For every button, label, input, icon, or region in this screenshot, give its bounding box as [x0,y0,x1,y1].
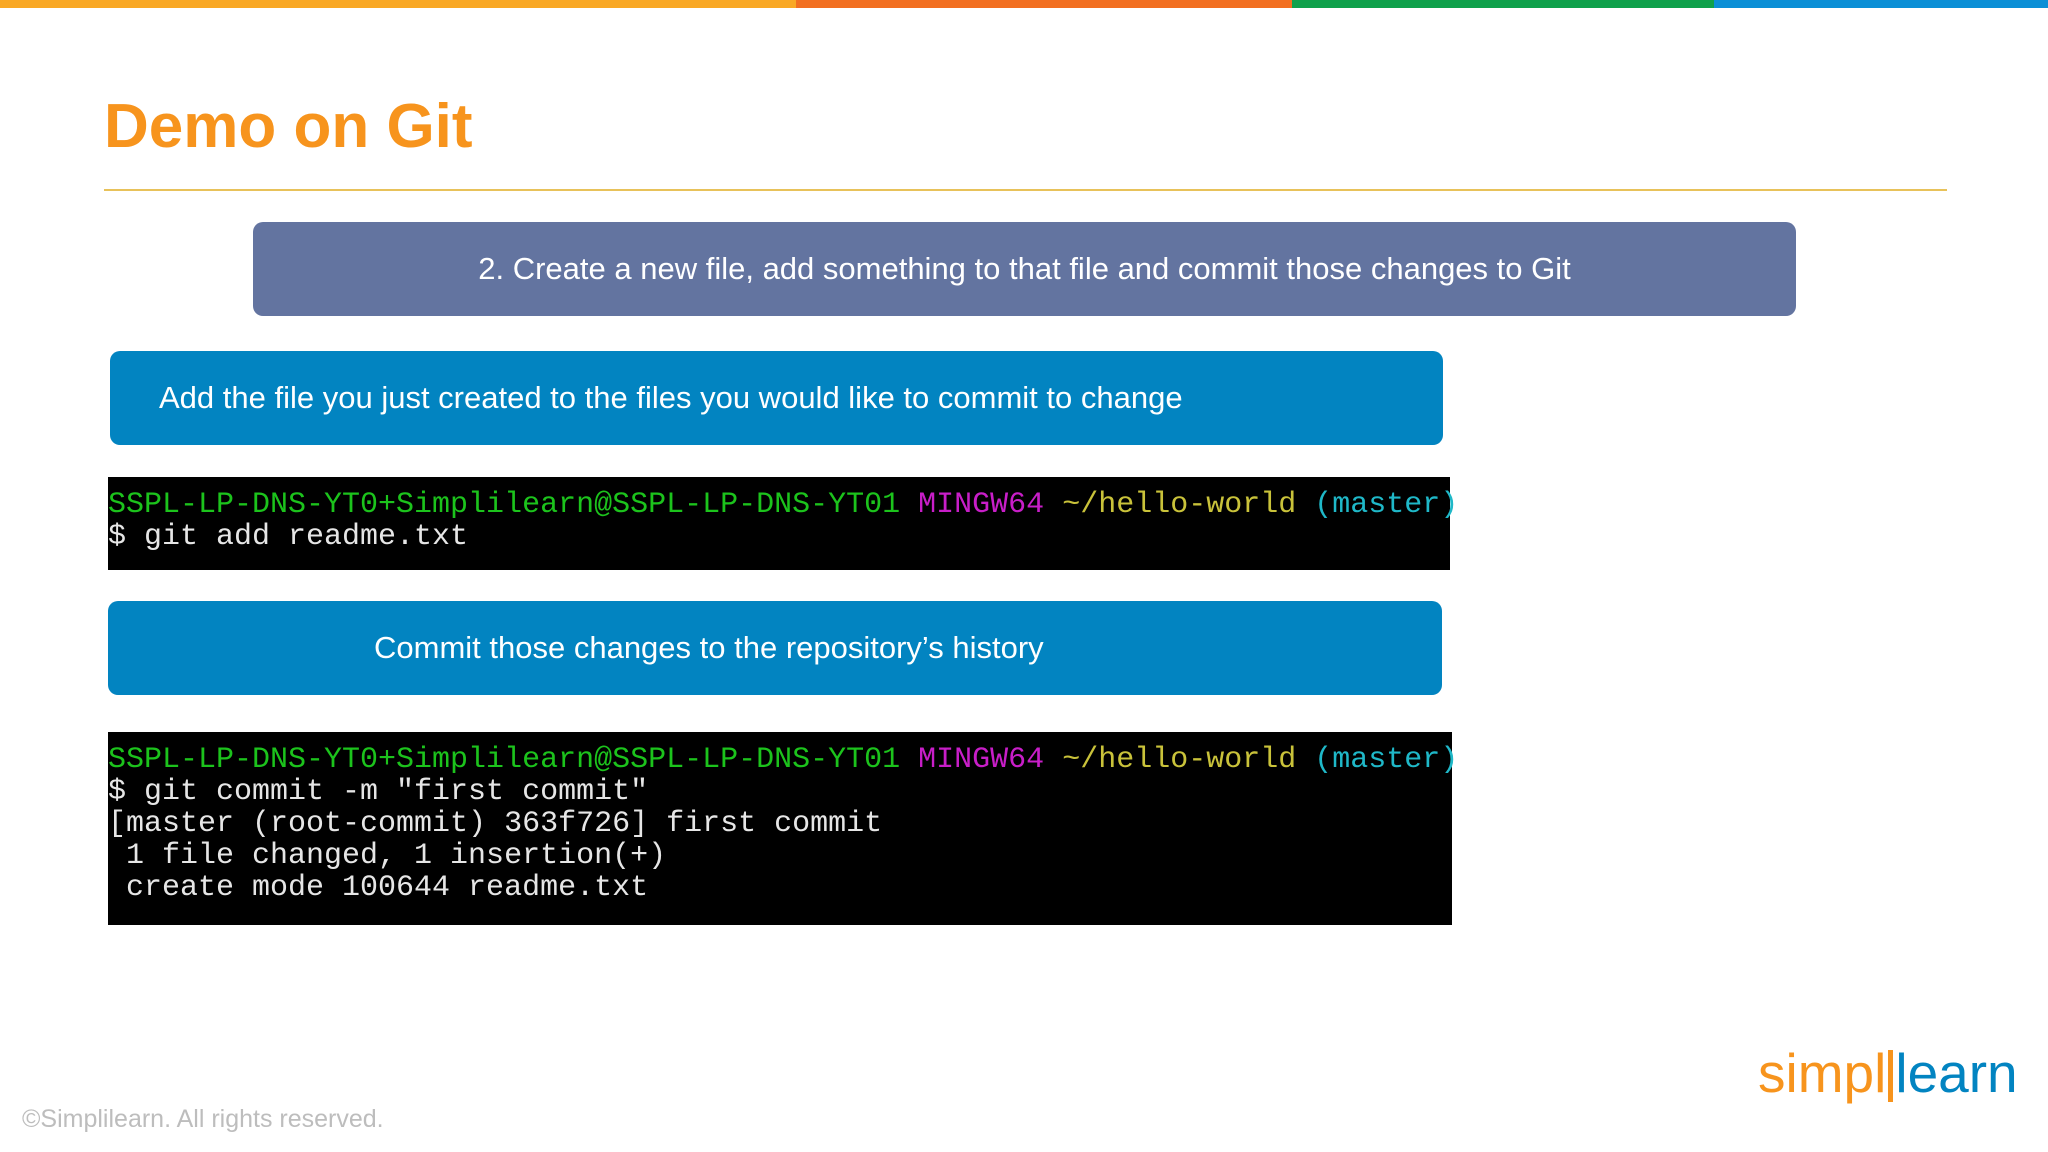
prompt-user: SSPL-LP-DNS-YT0+Simplilearn@SSPL-LP-DNS-… [108,743,901,777]
top-bar-segment-orange [796,0,1292,8]
logo-text-learn: learn [1895,1042,2018,1104]
slide-title: Demo on Git [104,92,473,161]
terminal-prompt-line: SSPL-LP-DNS-YT0+Simplilearn@SSPL-LP-DNS-… [108,488,1458,522]
prompt-path: ~/hello-world [1062,488,1297,522]
prompt-branch: (master) [1314,743,1459,777]
simplilearn-logo: simpl learn [1758,1038,2018,1108]
terminal-prompt-line: SSPL-LP-DNS-YT0+Simplilearn@SSPL-LP-DNS-… [108,743,1458,777]
terminal-git-add: SSPL-LP-DNS-YT0+Simplilearn@SSPL-LP-DNS-… [108,477,1458,570]
logo-i-bar [1888,1050,1894,1102]
top-color-bar [0,0,2048,8]
title-divider [104,189,1947,191]
terminal-output-line: create mode 100644 readme.txt [108,871,649,905]
prompt-system: MINGW64 [918,743,1045,777]
commit-instruction-text: Commit those changes to the repository’s… [374,630,1044,665]
terminal-output-line: 1 file changed, 1 insertion(+) [108,839,667,873]
add-instruction-banner: Add the file you just created to the fil… [110,351,1443,445]
add-instruction-text: Add the file you just created to the fil… [159,380,1183,415]
prompt-path: ~/hello-world [1062,743,1297,777]
prompt-system: MINGW64 [918,488,1045,522]
copyright-footer: ©Simplilearn. All rights reserved. [22,1105,384,1133]
step-banner-text: 2. Create a new file, add something to t… [478,251,1571,286]
terminal-output-line: [master (root-commit) 363f726] first com… [108,807,883,841]
logo-text-simpl: simpl [1758,1042,1887,1104]
prompt-branch: (master) [1314,488,1459,522]
prompt-user: SSPL-LP-DNS-YT0+Simplilearn@SSPL-LP-DNS-… [108,488,901,522]
terminal-git-commit: SSPL-LP-DNS-YT0+Simplilearn@SSPL-LP-DNS-… [108,732,1458,925]
top-bar-segment-yellow [0,0,796,8]
top-bar-segment-blue [1714,0,2048,8]
terminal-command-line: $ git commit -m "first commit" [108,775,649,809]
step-banner: 2. Create a new file, add something to t… [253,222,1796,316]
top-bar-segment-green [1292,0,1714,8]
commit-instruction-banner: Commit those changes to the repository’s… [108,601,1442,695]
terminal-command-line: $ git add readme.txt [108,520,469,554]
